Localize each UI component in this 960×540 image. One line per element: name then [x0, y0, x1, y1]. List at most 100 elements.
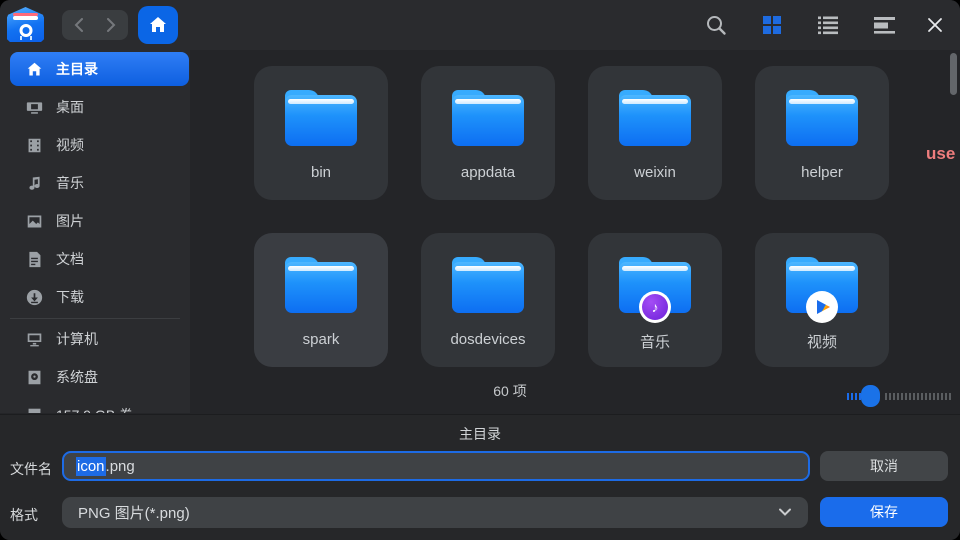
close-icon	[927, 17, 943, 33]
computer-icon	[25, 330, 43, 348]
volume-icon	[25, 406, 43, 413]
file-save-dialog-window: 主目录 桌面 视频 音乐 图片	[0, 0, 960, 540]
sidebar-item-home[interactable]: 主目录	[10, 52, 189, 86]
disk-icon	[25, 368, 43, 386]
home-icon	[148, 15, 168, 35]
sidebar-item-volume[interactable]: 157.9 GB 卷	[10, 398, 189, 413]
folder-label: weixin	[592, 164, 718, 181]
download-icon	[25, 288, 43, 306]
format-select[interactable]: PNG 图片(*.png)	[62, 497, 808, 528]
slider-handle[interactable]	[861, 385, 880, 407]
picture-icon	[25, 212, 43, 230]
chevron-left-icon	[74, 18, 83, 32]
folder-icon	[786, 90, 858, 146]
sidebar-item-pictures[interactable]: 图片	[10, 204, 189, 238]
video-badge-icon	[806, 291, 838, 323]
sidebar-item-documents[interactable]: 文档	[10, 242, 189, 276]
folder-tile-helper[interactable]: helper	[755, 66, 889, 200]
folder-icon	[452, 257, 524, 313]
music-badge-icon: ♪	[639, 291, 671, 323]
folder-icon	[285, 90, 357, 146]
sidebar-divider	[10, 318, 180, 319]
film-icon	[25, 136, 43, 154]
filename-label: 文件名	[10, 459, 52, 479]
sidebar-item-label: 桌面	[56, 97, 84, 117]
sidebar-item-computer[interactable]: 计算机	[10, 322, 189, 356]
sidebar-item-videos[interactable]: 视频	[10, 128, 189, 162]
navigation-buttons	[62, 10, 128, 40]
folder-label: dosdevices	[425, 331, 551, 348]
sidebar-item-label: 视频	[56, 135, 84, 155]
app-logo-legs	[20, 36, 32, 40]
folder-tile-music[interactable]: ♪ 音乐	[588, 233, 722, 367]
search-icon	[705, 14, 727, 36]
folder-tile-dosdevices[interactable]: dosdevices	[421, 233, 555, 367]
folder-label: appdata	[425, 164, 551, 181]
sidebar-item-desktop[interactable]: 桌面	[10, 90, 189, 124]
grid-view-icon	[762, 15, 782, 35]
slider-empty-track	[885, 393, 953, 400]
folder-tile-videos[interactable]: 视频	[755, 233, 889, 367]
sidebar-item-downloads[interactable]: 下载	[10, 280, 189, 314]
folder-tile-spark[interactable]: spark	[254, 233, 388, 367]
music-note-icon	[25, 174, 43, 192]
folder-tile-appdata[interactable]: appdata	[421, 66, 555, 200]
document-icon	[25, 250, 43, 268]
sidebar-item-label: 下载	[56, 287, 84, 307]
file-manager-app-icon	[7, 7, 44, 42]
forward-button[interactable]	[95, 10, 128, 40]
icon-size-slider[interactable]	[847, 385, 953, 407]
sidebar-item-label: 图片	[56, 211, 84, 231]
detail-view-button[interactable]	[871, 12, 897, 38]
save-button[interactable]: 保存	[820, 497, 948, 527]
sidebar-item-label: 文档	[56, 249, 84, 269]
home-icon	[25, 60, 43, 78]
grid-view-button[interactable]	[759, 12, 785, 38]
home-button[interactable]	[138, 6, 178, 44]
folder-icon	[452, 90, 524, 146]
sidebar-item-label: 157.9 GB 卷	[56, 405, 133, 413]
slider-filled-track	[847, 393, 861, 400]
format-label: 格式	[10, 505, 38, 525]
chevron-right-icon	[107, 18, 116, 32]
filename-input[interactable]: icon.png	[62, 451, 810, 481]
sidebar-item-label: 音乐	[56, 173, 84, 193]
current-location-label: 主目录	[0, 424, 960, 444]
folder-label: 音乐	[592, 331, 718, 352]
folder-icon	[619, 90, 691, 146]
sidebar-item-label: 系统盘	[56, 367, 98, 387]
folder-tile-weixin[interactable]: weixin	[588, 66, 722, 200]
sidebar-item-music[interactable]: 音乐	[10, 166, 189, 200]
list-view-icon	[817, 15, 839, 35]
cancel-button[interactable]: 取消	[820, 451, 948, 481]
sidebar-item-label: 主目录	[56, 59, 98, 79]
desktop-icon	[25, 98, 43, 116]
back-button[interactable]	[62, 10, 95, 40]
list-view-button[interactable]	[815, 12, 841, 38]
title-bar	[0, 0, 960, 50]
sidebar-item-label: 计算机	[56, 329, 98, 349]
video-folder-icon	[786, 257, 858, 313]
watermark-text: use	[926, 144, 960, 164]
item-count-label: 60 项	[460, 381, 560, 401]
chevron-down-icon	[778, 505, 792, 523]
sidebar-item-system-disk[interactable]: 系统盘	[10, 360, 189, 394]
folder-label: bin	[258, 164, 384, 181]
folder-tile-bin[interactable]: bin	[254, 66, 388, 200]
save-dialog-footer: 主目录 文件名 icon.png 取消 格式 PNG 图片(*.png) 保存	[0, 414, 960, 540]
vertical-scrollbar-thumb[interactable]	[950, 53, 957, 95]
search-button[interactable]	[703, 12, 729, 38]
folder-label: spark	[258, 331, 384, 348]
music-folder-icon: ♪	[619, 257, 691, 313]
detail-view-icon	[873, 15, 895, 35]
format-selected-value: PNG 图片(*.png)	[78, 502, 190, 523]
folder-grid-view: bin appdata weixin helper spark dosdevic…	[190, 50, 960, 413]
sidebar: 主目录 桌面 视频 音乐 图片	[0, 50, 190, 413]
close-button[interactable]	[922, 12, 948, 38]
filename-extension-text: .png	[106, 458, 135, 475]
folder-label: 视频	[759, 331, 885, 352]
folder-icon	[285, 257, 357, 313]
folder-label: helper	[759, 164, 885, 181]
filename-selected-text: icon	[76, 457, 106, 476]
app-logo-stripe	[13, 16, 38, 20]
